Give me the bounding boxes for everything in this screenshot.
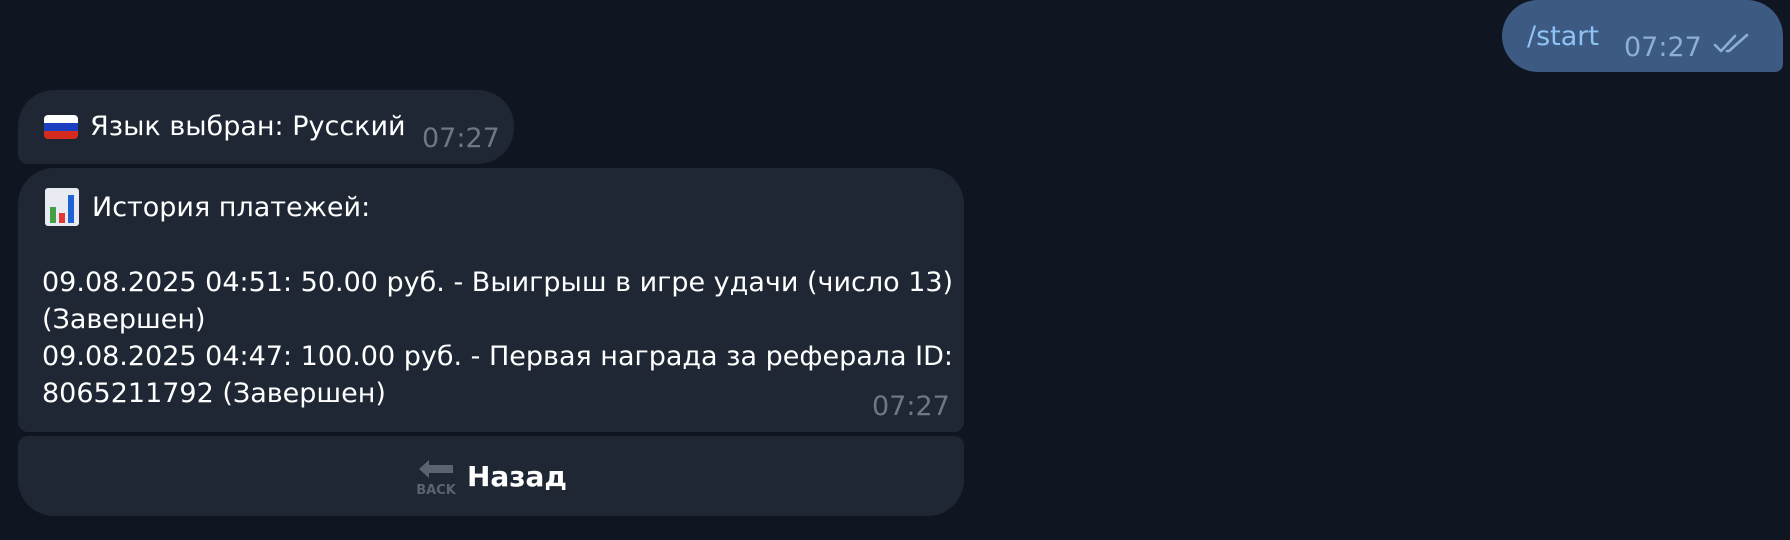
history-line: 8065211792 (Завершен) [42, 378, 386, 409]
back-button-label[interactable]: Назад [467, 458, 567, 495]
back-arrow-icon: BACK [416, 460, 457, 496]
bar-chart-icon [45, 188, 79, 226]
payment-history-message: История платежей: 09.08.2025 04:51: 50.0… [18, 168, 964, 432]
history-line: 09.08.2025 04:47: 100.00 руб. - Первая н… [42, 341, 954, 372]
russia-flag-icon [44, 114, 78, 139]
back-icon-text: BACK [416, 483, 457, 496]
history-lines: 09.08.2025 04:51: 50.00 руб. - Выигрыш в… [42, 264, 954, 412]
message-time: 07:27 [1624, 32, 1702, 63]
message-text: Язык выбран: Русский [90, 111, 406, 142]
message-time: 07:27 [422, 123, 500, 154]
history-line: (Завершен) [42, 304, 206, 335]
double-check-icon [1713, 33, 1749, 53]
message-time: 07:27 [872, 391, 950, 422]
back-button[interactable]: BACK Назад [18, 436, 964, 516]
message-text[interactable]: /start [1527, 18, 1599, 55]
history-title: История платежей: [92, 191, 371, 223]
outgoing-message: /start 07:27 [1502, 0, 1783, 72]
chat-window: /start 07:27 Язык выбран: Русский 07:27 [0, 0, 1790, 540]
history-line: 09.08.2025 04:51: 50.00 руб. - Выигрыш в… [42, 267, 954, 298]
language-message: Язык выбран: Русский 07:27 [18, 90, 514, 164]
